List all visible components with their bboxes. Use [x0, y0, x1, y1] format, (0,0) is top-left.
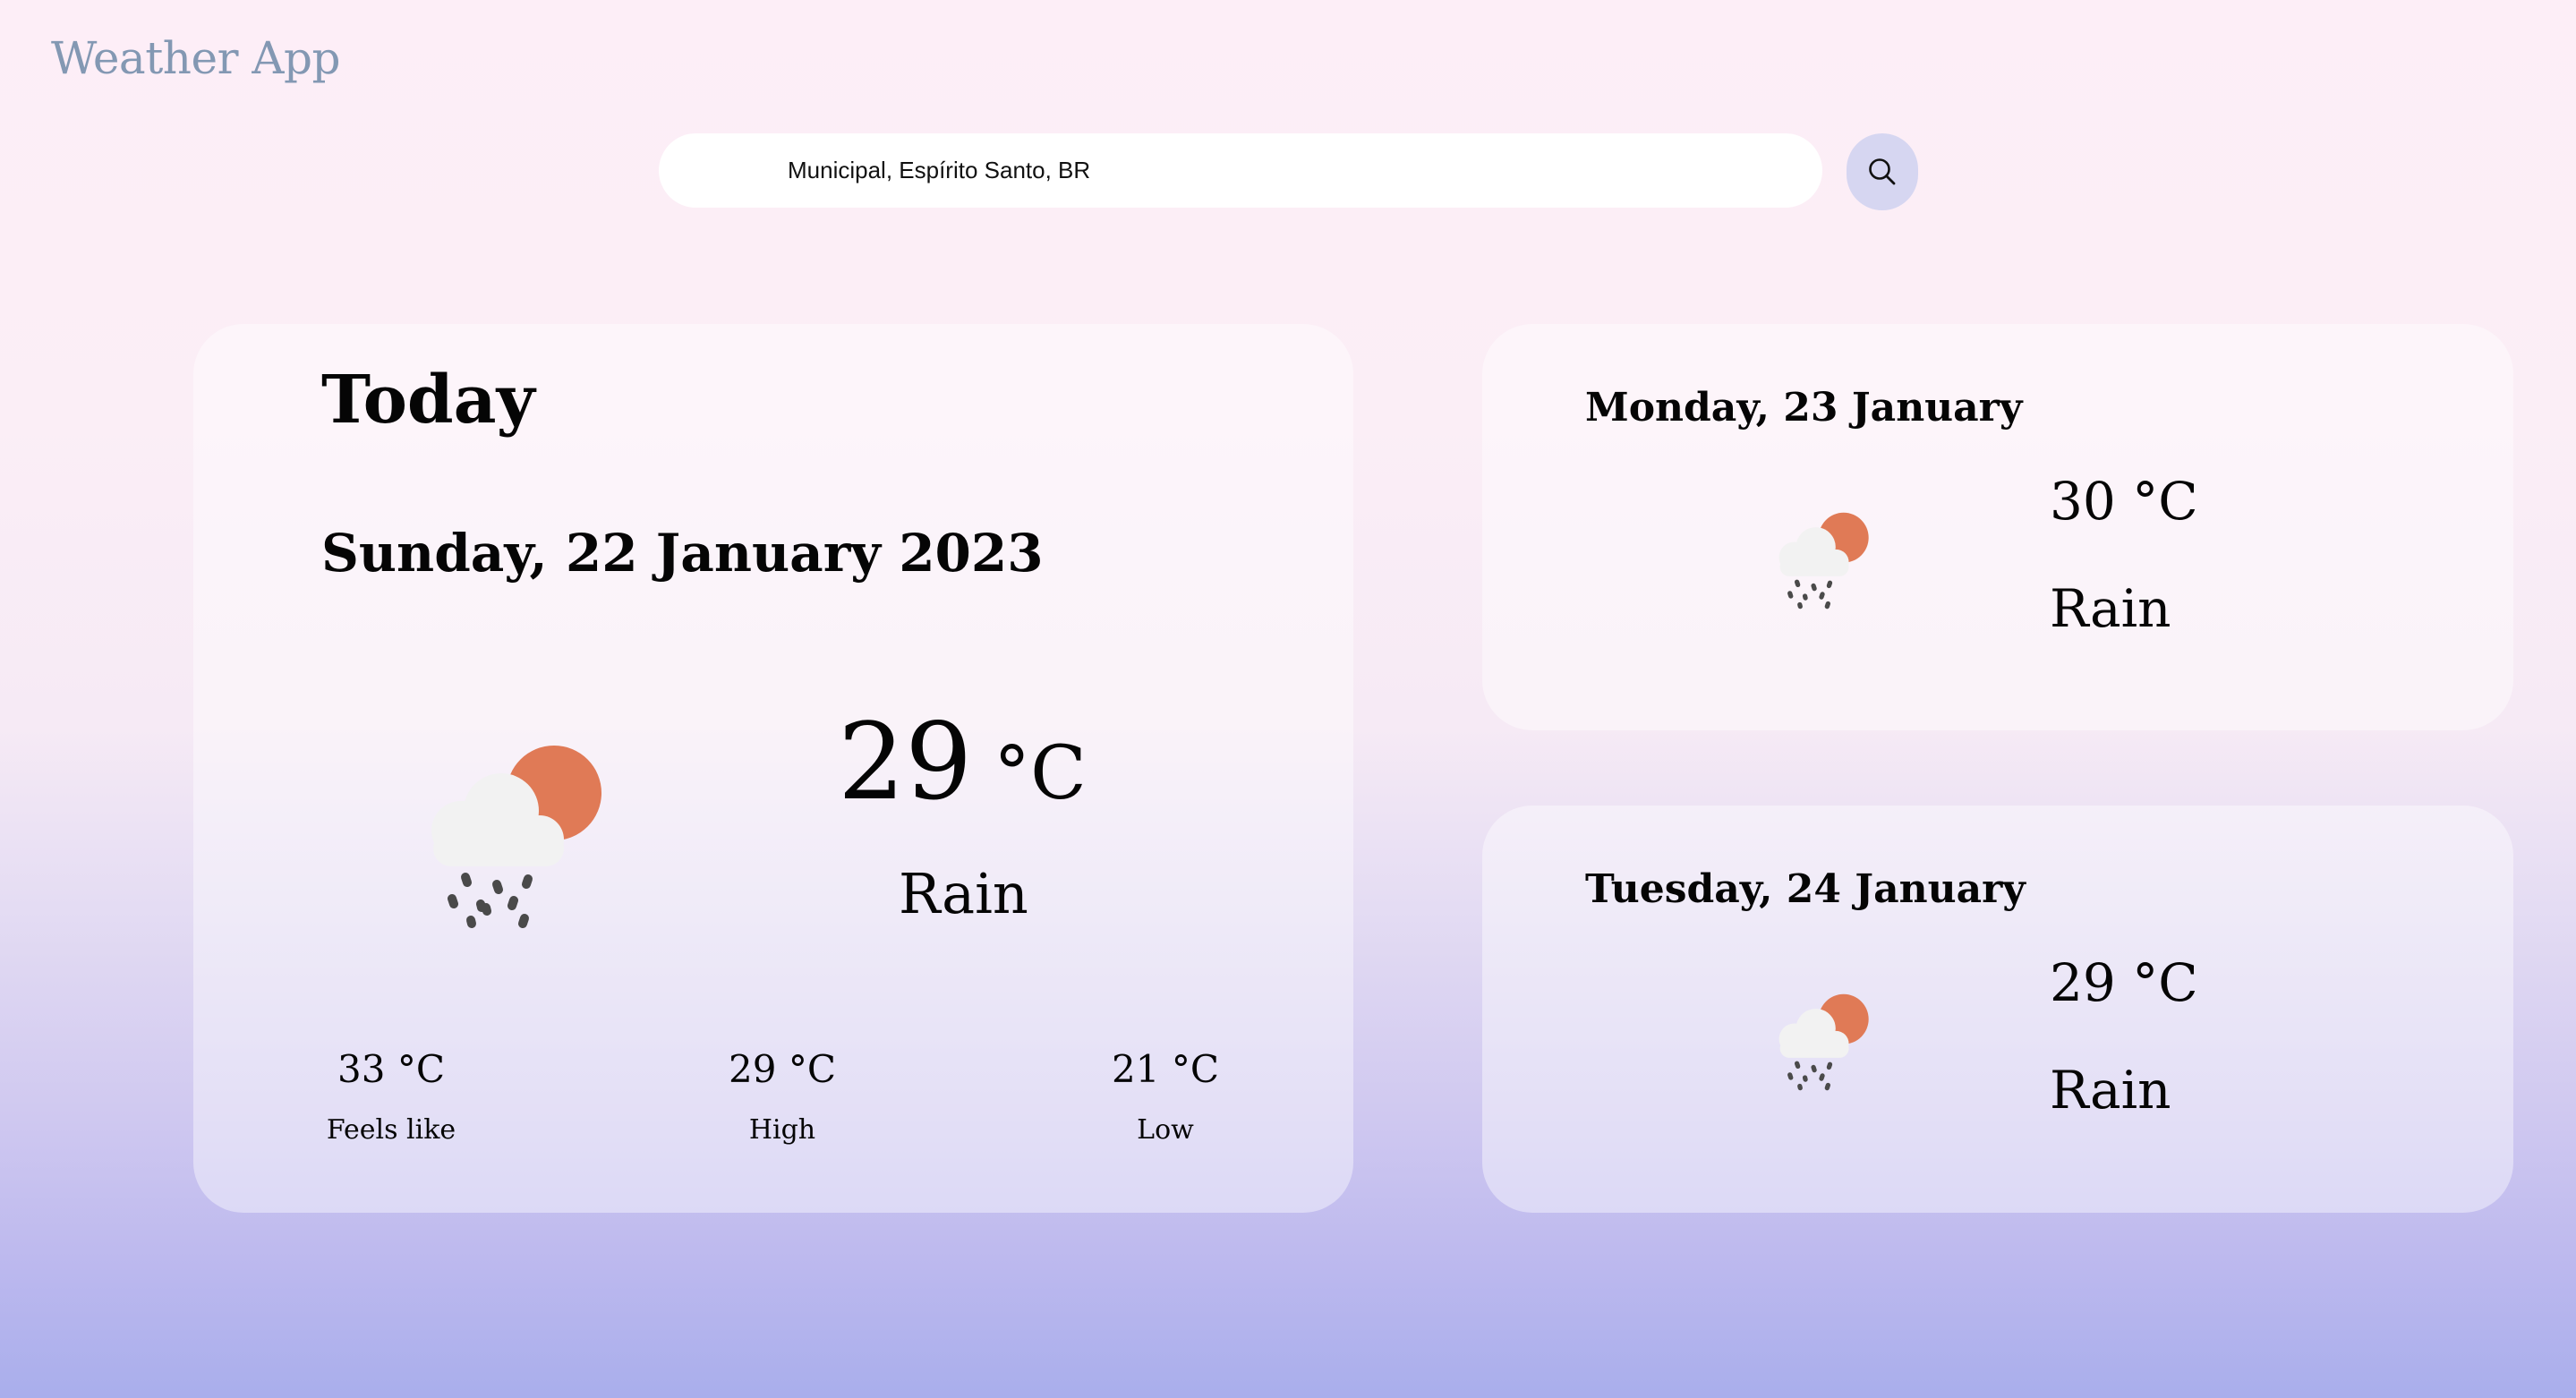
- stat-label: Low: [1137, 1114, 1194, 1146]
- forecast-temperature: 30 °C: [2050, 471, 2198, 532]
- today-card: Today Sunday, 22 January 2023 29 °C Rain…: [193, 324, 1353, 1213]
- search-bar: [659, 133, 1822, 208]
- forecast-card-tuesday: Tuesday, 24 January 29 °C Rain: [1482, 806, 2513, 1213]
- stat-label: Feels like: [326, 1114, 456, 1146]
- search-input[interactable]: [788, 143, 1772, 198]
- temperature-unit: °C: [994, 731, 1087, 816]
- temperature-value: 29: [838, 700, 973, 823]
- today-temperature: 29 °C: [838, 700, 1087, 823]
- cloud-sun-rain-icon: [1769, 510, 1874, 610]
- app-title: Weather App: [51, 32, 341, 84]
- stat-value: 29 °C: [729, 1047, 836, 1091]
- forecast-condition: Rain: [2050, 1060, 2171, 1121]
- stat-feels-like: 33 °C Feels like: [275, 1047, 508, 1146]
- today-heading: Today: [321, 362, 535, 439]
- search-icon: [1865, 155, 1899, 189]
- stat-value: 33 °C: [337, 1047, 445, 1091]
- cloud-sun-rain-icon: [412, 741, 612, 931]
- today-condition: Rain: [899, 861, 1028, 926]
- forecast-card-monday: Monday, 23 January 30 °C Rain: [1482, 324, 2513, 730]
- forecast-date: Monday, 23 January: [1585, 385, 2023, 430]
- stat-label: High: [748, 1114, 816, 1146]
- forecast-temperature: 29 °C: [2050, 952, 2198, 1013]
- stat-low: 21 °C Low: [1049, 1047, 1282, 1146]
- search-button[interactable]: [1847, 133, 1918, 210]
- forecast-condition: Rain: [2050, 578, 2171, 639]
- stat-value: 21 °C: [1112, 1047, 1219, 1091]
- stat-high: 29 °C High: [666, 1047, 899, 1146]
- cloud-sun-rain-icon: [1769, 992, 1874, 1092]
- today-date: Sunday, 22 January 2023: [321, 523, 1044, 584]
- forecast-date: Tuesday, 24 January: [1585, 866, 2026, 912]
